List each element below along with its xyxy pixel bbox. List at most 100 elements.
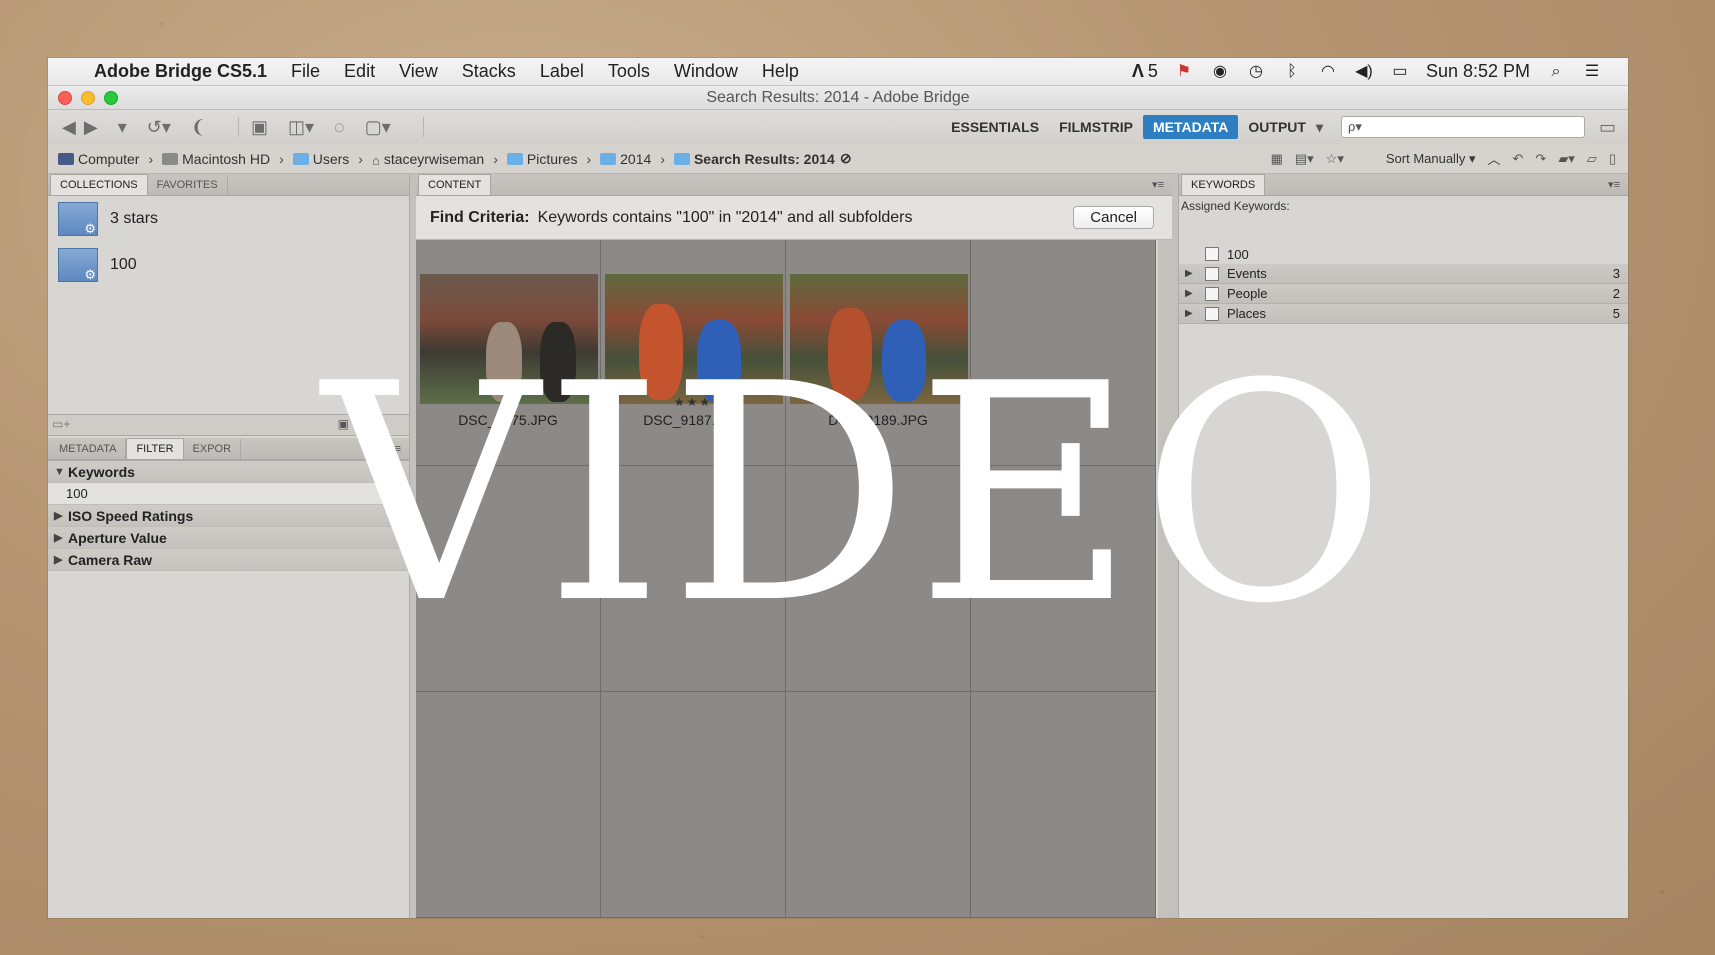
app-menu[interactable]: Adobe Bridge CS5.1 (94, 61, 267, 82)
minimize-window-button[interactable] (81, 91, 95, 105)
collection-item[interactable]: 100 (58, 248, 399, 283)
quality-icon[interactable]: ▦ (1271, 151, 1283, 167)
time-machine-icon[interactable]: ◷ (1246, 63, 1266, 81)
keyword-category-row[interactable]: ▶ People 2 (1179, 284, 1628, 304)
keyword-row[interactable]: 100 (1179, 244, 1628, 264)
adobe-icon[interactable]: Λ (1132, 61, 1144, 82)
output-icon[interactable]: ▢▾ (365, 117, 391, 138)
filter-option-count: 3 (391, 486, 399, 501)
assigned-keywords-label: Assigned Keywords: (1181, 199, 1290, 213)
recent-dropdown-icon[interactable]: ▾ (118, 117, 127, 138)
open-recent-folder-icon[interactable]: ▰▾ (1558, 151, 1575, 167)
thumbnail-cell[interactable]: DSC_9175.JPG (416, 240, 601, 466)
record-icon[interactable]: ◉ (1210, 63, 1230, 81)
path-bar: Computer › Macintosh HD › Users › ⌂ staceyrw… (48, 144, 1628, 174)
menu-label[interactable]: Label (540, 61, 584, 82)
crumb-computer[interactable]: Computer › (58, 151, 162, 167)
filter-group-label: ISO Speed Ratings (68, 507, 194, 524)
view-mode-icon[interactable]: ▤▾ (1295, 151, 1314, 167)
menu-stacks[interactable]: Stacks (462, 61, 516, 82)
triangle-right-icon[interactable]: ▶ (1185, 288, 1205, 299)
filter-option[interactable]: 100 3 (48, 483, 409, 505)
tab-export[interactable]: EXPOR (184, 439, 242, 459)
sort-dropdown[interactable]: Sort Manually ▾ (1386, 151, 1476, 167)
bluetooth-icon[interactable]: ᛒ (1282, 63, 1302, 81)
volume-icon[interactable]: ◀) (1354, 63, 1374, 81)
rating-filter-star-icon[interactable]: ☆▾ (1326, 151, 1344, 167)
keyword-checkbox[interactable] (1205, 286, 1219, 301)
crumb-pictures[interactable]: Pictures › (506, 151, 600, 167)
crumb-macintosh-hd[interactable]: Macintosh HD › (162, 151, 293, 167)
menu-edit[interactable]: Edit (344, 61, 375, 82)
boomerang-icon[interactable]: ❨ (191, 117, 206, 138)
menu-view[interactable]: View (399, 61, 438, 82)
panel-menu-icon[interactable]: ▾≡ (1608, 175, 1620, 195)
menu-help[interactable]: Help (762, 61, 799, 82)
menu-tools[interactable]: Tools (608, 61, 650, 82)
refine-icon[interactable]: ◫▾ (288, 117, 314, 138)
forward-arrow-icon[interactable]: ▶ (84, 117, 98, 138)
new-folder-icon[interactable]: ▱ (1587, 151, 1597, 167)
paper-speck (1660, 890, 1664, 894)
triangle-right-icon[interactable]: ▶ (1185, 308, 1205, 319)
zoom-window-button[interactable] (104, 91, 118, 105)
triangle-right-icon: ▶ (54, 532, 63, 544)
new-smart-collection-icon[interactable]: ▣ (338, 417, 349, 431)
tab-filter[interactable]: FILTER (126, 438, 184, 459)
content-scrollbar[interactable] (1158, 240, 1172, 918)
menu-window[interactable]: Window (674, 61, 738, 82)
keyword-category-row[interactable]: ▶ Places 5 (1179, 304, 1628, 324)
workspace-filmstrip[interactable]: FILMSTRIP (1049, 115, 1143, 139)
battery-icon[interactable]: ▭ (1390, 63, 1410, 81)
folder-icon (292, 152, 309, 165)
filter-group-camera-raw[interactable]: ▶ Camera Raw (48, 549, 409, 571)
back-arrow-icon[interactable]: ◀ (62, 117, 76, 138)
collection-item[interactable]: 3 stars (58, 202, 399, 237)
trash-icon[interactable]: ▯ (1609, 151, 1616, 167)
wifi-icon[interactable]: ◠ (1318, 63, 1338, 81)
get-photos-icon[interactable]: ▣ (251, 117, 268, 138)
keyword-checkbox[interactable] (1205, 266, 1219, 281)
workspace-menu-chevron-icon[interactable]: ▾ (1316, 119, 1323, 136)
keyword-checkbox[interactable] (1205, 247, 1219, 261)
tab-collections[interactable]: COLLECTIONS (50, 174, 148, 195)
open-in-camera-raw-icon[interactable]: ◌ (334, 117, 345, 138)
workspace-metadata[interactable]: METADATA (1142, 115, 1239, 139)
panel-menu-icon[interactable]: ▾≡ (1152, 175, 1164, 195)
workspace-essentials[interactable]: ESSENTIALS (941, 115, 1049, 139)
cancel-search-button[interactable]: Cancel (1073, 206, 1154, 229)
collection-label: 100 (110, 256, 137, 273)
tab-metadata[interactable]: METADATA (50, 439, 127, 459)
crumb-home[interactable]: ⌂ staceyrwiseman › (372, 150, 507, 168)
notification-list-icon[interactable]: ☰ (1582, 63, 1602, 81)
rotate-right-icon[interactable]: ↷ (1535, 151, 1546, 167)
flag-icon[interactable]: ⚑ (1174, 63, 1194, 81)
sort-ascending-chevron-up-icon[interactable]: ︿ (1487, 149, 1500, 168)
rotate-left-icon[interactable]: ↶ (1513, 151, 1524, 167)
keyword-checkbox[interactable] (1205, 306, 1219, 321)
reveal-recent-icon[interactable]: ↺▾ (147, 117, 171, 138)
filter-group-iso[interactable]: ▶ ISO Speed Ratings (48, 505, 409, 527)
thumbnail-cell[interactable]: DSC_9189.JPG (786, 240, 971, 466)
keyword-category-row[interactable]: ▶ Events 3 (1179, 264, 1628, 284)
triangle-right-icon[interactable]: ▶ (1185, 268, 1205, 279)
spotlight-search-icon[interactable]: ⌕ (1546, 63, 1566, 81)
thumbnail-cell[interactable]: ★★★ DSC_9187.JPG (601, 240, 786, 466)
filter-group-aperture[interactable]: ▶ Aperture Value (48, 527, 409, 549)
crumb-label: staceyrwiseman (383, 150, 485, 167)
crumb-users[interactable]: Users › (292, 151, 372, 167)
panel-menu-icon[interactable]: ▾≡ (389, 439, 401, 459)
crumb-search-results[interactable]: Search Results: 2014 ⊘ (673, 150, 852, 167)
close-window-button[interactable] (58, 91, 72, 105)
tab-content[interactable]: CONTENT (418, 174, 492, 195)
workspace-output[interactable]: OUTPUT (1238, 115, 1316, 139)
clock[interactable]: Sun 8:52 PM (1426, 61, 1530, 82)
filter-group-keywords[interactable]: ▼ Keywords (48, 461, 409, 483)
new-collection-from-selection-icon[interactable]: ▭+ (52, 417, 70, 431)
compact-mode-icon[interactable]: ▭ (1599, 117, 1616, 138)
crumb-2014[interactable]: 2014 › (600, 151, 674, 167)
tab-keywords[interactable]: KEYWORDS (1181, 174, 1266, 195)
search-input[interactable]: ρ▾ (1340, 116, 1585, 138)
menu-file[interactable]: File (291, 61, 320, 82)
tab-favorites[interactable]: FAVORITES (148, 175, 228, 195)
